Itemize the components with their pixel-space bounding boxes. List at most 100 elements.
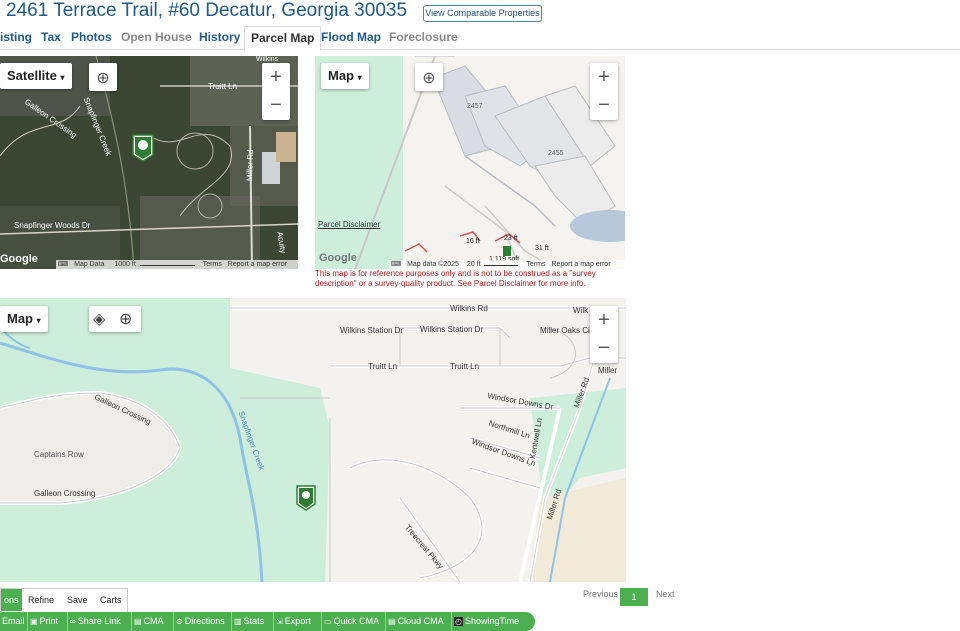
property-marker-icon[interactable] xyxy=(296,485,316,511)
showingtime-icon: ◴ xyxy=(454,617,463,626)
map-controls-group: ◈ ⊕ xyxy=(89,306,141,332)
keyboard-shortcuts-icon[interactable]: ⌨ xyxy=(58,261,68,268)
map-attribution: ⌨ Map data ©2025 20 ft Terms Report a ma… xyxy=(389,260,625,269)
map-type-label: Satellite xyxy=(7,68,57,83)
street-map[interactable]: Wilkins Rd Wilkins Station Dr Wilkins St… xyxy=(0,298,626,582)
print-button[interactable]: ▣ Print xyxy=(28,612,68,631)
toolbar-label: Directions xyxy=(184,616,225,626)
zoom-in-button[interactable]: + xyxy=(262,63,290,91)
page: 2461 Terrace Trail, #60 Decatur, Georgia… xyxy=(0,0,960,631)
map-label: Miller Rd xyxy=(245,149,256,182)
export-button[interactable]: ⇲ Export xyxy=(274,612,322,631)
tab-listing[interactable]: isting xyxy=(0,26,32,50)
action-toolbar: Email ▣ Print ∞ Share Link ▤ CMA ⊛ Direction… xyxy=(0,612,535,631)
map-scale: 20 ft xyxy=(466,261,481,268)
directions-button[interactable]: ⊛ Directions xyxy=(174,612,232,631)
document-icon: ▤ xyxy=(388,617,396,626)
report-map-error-link[interactable]: Report a map error xyxy=(551,261,610,268)
tab-parcel-map[interactable]: Parcel Map xyxy=(244,26,322,51)
map-type-label: Map xyxy=(7,311,33,326)
directions-icon: ⊛ xyxy=(176,617,183,626)
tab-foreclosure[interactable]: Foreclosure xyxy=(389,26,458,50)
subtab-save[interactable]: Save xyxy=(67,589,88,611)
google-logo: Google xyxy=(0,253,38,265)
cloud-cma-button[interactable]: ▤ Cloud CMA xyxy=(386,612,452,631)
export-icon: ⇲ xyxy=(276,617,283,626)
toolbar-label: Stats xyxy=(243,616,265,626)
parcel-disclaimer-text: This map is for reference purposes only … xyxy=(315,269,596,288)
layers-icon[interactable]: ◈ xyxy=(93,309,105,329)
map-data-link[interactable]: Map data ©2025 xyxy=(407,261,459,268)
parcel-measurement: 31 ft xyxy=(535,245,549,252)
map-type-selector[interactable]: Map ▾ xyxy=(0,306,48,332)
zoom-out-button[interactable]: − xyxy=(262,91,290,119)
terms-link[interactable]: Terms xyxy=(526,261,545,268)
toolbar-label: ShowingTime xyxy=(464,616,520,626)
street-label: Miller xyxy=(598,366,618,375)
terms-link[interactable]: Terms xyxy=(203,261,222,268)
tab-tax[interactable]: Tax xyxy=(41,26,61,50)
zoom-in-button[interactable]: + xyxy=(590,306,618,334)
parcel-disclaimer-link[interactable]: Parcel Disclaimer xyxy=(318,220,380,229)
parcel-map[interactable]: 2457 2455 Parcel Disclaimer 16 ft 23 ft … xyxy=(315,56,625,269)
street-label: Wilkins Station Dr xyxy=(420,325,484,334)
stats-button[interactable]: ▥ Stats xyxy=(232,612,274,631)
car-icon: ▭ xyxy=(324,617,332,626)
toolbar-label: Quick CMA xyxy=(333,616,380,626)
print-icon: ▣ xyxy=(30,617,38,626)
map-attribution: ⌨ Map Data 1000 ft Terms Report a map er… xyxy=(56,260,298,269)
locate-icon[interactable]: ⊕ xyxy=(119,309,132,329)
zoom-in-button[interactable]: + xyxy=(590,63,618,91)
map-data-link[interactable]: Map Data xyxy=(74,261,104,268)
map-label: Truitt Ln xyxy=(208,82,238,91)
toolbar-label: Email xyxy=(2,616,25,626)
street-label: Truitt Ln xyxy=(450,362,480,371)
property-tabs: isting Tax Photos Open House History Par… xyxy=(0,26,960,51)
parcel-number: 2455 xyxy=(548,150,564,157)
toolbar-label: Export xyxy=(284,616,311,626)
satellite-map[interactable]: Truitt Ln Galleon Crossing Snapfinger Cr… xyxy=(0,56,298,269)
previous-page-link[interactable]: Previous xyxy=(583,589,618,599)
email-button[interactable]: Email xyxy=(0,612,28,631)
toolbar-label: Print xyxy=(39,616,59,626)
my-location-button[interactable]: ⊕ xyxy=(89,63,117,91)
link-icon: ∞ xyxy=(70,617,76,626)
view-comparable-properties-button[interactable]: View Comparable Properties xyxy=(423,5,542,22)
my-location-button[interactable]: ⊕ xyxy=(415,63,443,91)
quick-cma-button[interactable]: ▭ Quick CMA xyxy=(322,612,386,631)
street-label: Wilkins Station Dr xyxy=(340,326,404,335)
tab-photos[interactable]: Photos xyxy=(71,26,112,50)
dropdown-arrow-icon: ▾ xyxy=(36,316,41,325)
tab-flood-map[interactable]: Flood Map xyxy=(321,26,381,50)
cma-button[interactable]: ▤ CMA xyxy=(132,612,174,631)
showingtime-button[interactable]: ◴ ShowingTime xyxy=(452,612,530,631)
document-icon: ▤ xyxy=(134,617,142,626)
street-label: Miller Oaks Cir xyxy=(540,326,593,335)
share-link-button[interactable]: ∞ Share Link xyxy=(68,612,132,631)
subtab-options[interactable]: ons xyxy=(1,589,22,611)
map-label: Wilkins xyxy=(256,56,279,63)
report-map-error-link[interactable]: Report a map error xyxy=(228,261,287,268)
results-subtabs: ons Refine Save Carts xyxy=(0,588,128,612)
street-label: Galleon Crossing xyxy=(34,489,96,498)
next-page-link[interactable]: Next xyxy=(656,589,675,599)
parcel-number: 2457 xyxy=(467,103,483,110)
page-number-current[interactable]: 1 xyxy=(620,588,648,606)
map-label: Snapfinger Woods Dr xyxy=(14,221,91,230)
toolbar-label: CMA xyxy=(143,616,164,626)
map-type-selector[interactable]: Map ▾ xyxy=(321,63,369,89)
zoom-out-button[interactable]: − xyxy=(590,334,618,362)
map-type-label: Map xyxy=(328,68,354,83)
street-label: Wilk xyxy=(573,306,589,315)
tab-open-house[interactable]: Open House xyxy=(121,26,192,50)
subtab-refine[interactable]: Refine xyxy=(28,589,54,611)
property-marker-icon[interactable] xyxy=(503,246,511,256)
property-marker-icon[interactable] xyxy=(132,134,154,162)
zoom-out-button[interactable]: − xyxy=(590,91,618,119)
keyboard-shortcuts-icon[interactable]: ⌨ xyxy=(391,261,401,268)
map-type-selector[interactable]: Satellite ▾ xyxy=(0,63,72,89)
map-scale: 1000 ft xyxy=(114,261,136,268)
tab-history[interactable]: History xyxy=(199,26,240,50)
subtab-carts[interactable]: Carts xyxy=(100,589,122,611)
locate-icon: ⊕ xyxy=(422,70,436,87)
